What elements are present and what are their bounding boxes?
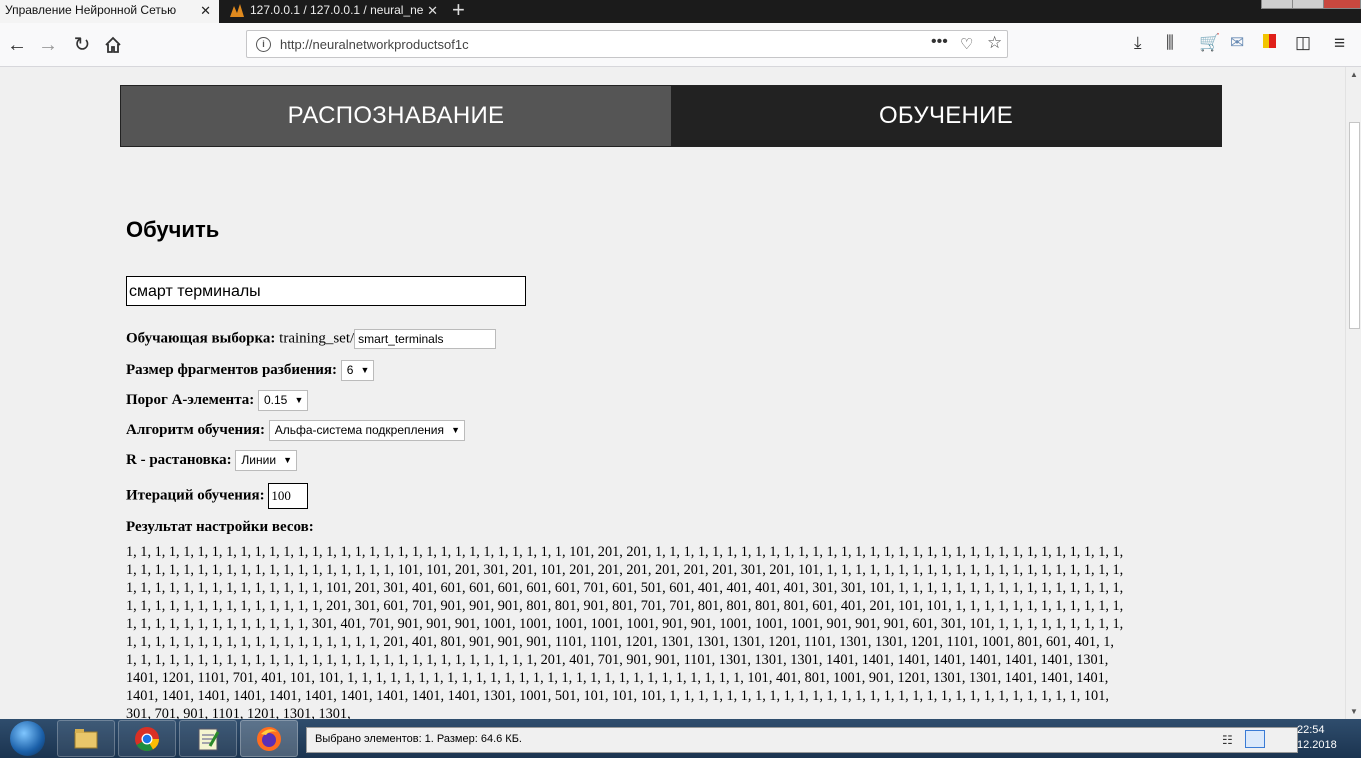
sidebar-icon[interactable]: ◫	[1295, 33, 1311, 53]
training-set-prefix: training_set/	[279, 330, 355, 347]
threshold-row: Порог А-элемента: 0.15 ▼	[126, 390, 309, 411]
bookmark-star-icon[interactable]: ☆	[987, 33, 1002, 53]
maximize-button[interactable]	[1292, 0, 1324, 9]
pocket-icon[interactable]: ♡	[960, 35, 973, 53]
iterations-input[interactable]: 100	[268, 483, 309, 509]
taskbar-notepad[interactable]	[179, 720, 237, 757]
tab-title: Управление Нейронной Сетью	[5, 3, 177, 17]
page-actions-icon[interactable]: •••	[931, 33, 948, 51]
navigation-bar: ← → ↻ i http://neuralnetworkproductsof1c…	[0, 23, 1361, 67]
tab-title: 127.0.0.1 / 127.0.0.1 / neural_ne	[250, 3, 424, 17]
class-name-input[interactable]: смарт терминалы	[126, 276, 526, 306]
threshold-label: Порог А-элемента:	[126, 391, 255, 408]
result-label: Результат настройки весов:	[126, 519, 314, 535]
extension-flag-icon[interactable]	[1262, 33, 1278, 54]
training-set-input[interactable]: smart_terminals	[354, 329, 497, 349]
firefox-icon	[257, 727, 281, 751]
start-button[interactable]	[2, 719, 54, 758]
home-button[interactable]	[100, 32, 126, 58]
fragment-size-row: Размер фрагментов разбиения: 6 ▼	[126, 360, 375, 381]
menu-training[interactable]: ОБУЧЕНИЕ	[671, 86, 1221, 146]
tab-bar: Управление Нейронной Сетью ✕ 127.0.0.1 /…	[0, 0, 1361, 23]
training-set-row: Обучающая выборка: training_set/smart_te…	[126, 329, 497, 349]
algorithm-row: Алгоритм обучения: Альфа-система подкреп…	[126, 420, 466, 441]
notepad-icon	[198, 728, 220, 751]
r-placement-row: R - растановка: Линии ▼	[126, 450, 298, 471]
mail-icon[interactable]: ✉	[1230, 33, 1244, 53]
minimize-button[interactable]	[1261, 0, 1293, 9]
dropdown-arrow-icon: ▼	[360, 365, 370, 375]
back-button[interactable]: ←	[4, 32, 30, 58]
r-placement-label: R - растановка:	[126, 451, 232, 468]
scroll-down-arrow-icon[interactable]: ▼	[1350, 707, 1358, 716]
menu-hamburger-icon[interactable]: ≡	[1334, 33, 1345, 55]
url-text[interactable]: http://neuralnetworkproductsof1c	[280, 37, 469, 52]
clock-date: 12.2018	[1297, 739, 1337, 751]
main-menu: РАСПОЗНАВАНИЕ ОБУЧЕНИЕ	[120, 85, 1222, 147]
taskbar-firefox[interactable]	[240, 720, 298, 757]
home-icon	[105, 36, 121, 53]
scroll-up-arrow-icon[interactable]: ▲	[1350, 70, 1358, 79]
threshold-value: 0.15	[264, 393, 288, 407]
tab-neural-network-control[interactable]: Управление Нейронной Сетью ✕	[0, 0, 219, 23]
windows-logo-icon	[10, 721, 45, 756]
status-bar: Выбрано элементов: 1. Размер: 64.6 КБ. ☷	[306, 727, 1298, 753]
reload-icon: ↻	[73, 34, 91, 56]
tab-phpmyadmin[interactable]: 127.0.0.1 / 127.0.0.1 / neural_ne ✕	[222, 0, 446, 23]
r-placement-value: Линии	[241, 453, 277, 467]
preview-view-icon[interactable]	[1245, 730, 1265, 748]
taskbar-explorer[interactable]	[57, 720, 115, 757]
fragment-size-value: 6	[346, 363, 354, 377]
fragment-size-label: Размер фрагментов разбиения:	[126, 361, 338, 378]
forward-arrow-icon: →	[38, 34, 58, 56]
iterations-label: Итераций обучения:	[126, 487, 265, 504]
phpmyadmin-icon	[230, 4, 244, 17]
details-view-icon[interactable]: ☷	[1222, 733, 1233, 747]
status-text: Выбрано элементов: 1. Размер: 64.6 КБ.	[315, 733, 522, 745]
page-scrollbar[interactable]: ▲ ▼	[1345, 67, 1361, 719]
algorithm-select[interactable]: Альфа-система подкрепления ▼	[268, 420, 466, 441]
r-placement-select[interactable]: Линии ▼	[235, 450, 298, 471]
forward-button[interactable]: →	[35, 32, 61, 58]
address-bar[interactable]: i http://neuralnetworkproductsof1c ••• ♡…	[246, 30, 1008, 58]
system-clock[interactable]: 22:54 12.2018	[1297, 723, 1337, 753]
taskbar: Выбрано элементов: 1. Размер: 64.6 КБ. ☷…	[0, 719, 1361, 758]
dropdown-arrow-icon: ▼	[451, 425, 461, 435]
page-title: Обучить	[126, 217, 220, 242]
reload-button[interactable]: ↻	[69, 32, 95, 58]
training-set-label: Обучающая выборка:	[126, 330, 276, 347]
algorithm-value: Альфа-система подкрепления	[274, 423, 445, 437]
menu-recognition[interactable]: РАСПОЗНАВАНИЕ	[121, 86, 671, 146]
cart-icon[interactable]: 🛒	[1199, 33, 1220, 53]
threshold-select[interactable]: 0.15 ▼	[258, 390, 309, 411]
close-tab-icon[interactable]: ✕	[200, 1, 211, 21]
algorithm-label: Алгоритм обучения:	[126, 421, 265, 438]
close-window-button[interactable]	[1323, 0, 1361, 9]
chrome-icon	[135, 727, 159, 752]
scrollbar-thumb[interactable]	[1349, 122, 1360, 329]
taskbar-chrome[interactable]	[118, 720, 176, 757]
fragment-size-select[interactable]: 6 ▼	[340, 360, 375, 381]
page-content: РАСПОЗНАВАНИЕ ОБУЧЕНИЕ Обучить смарт тер…	[0, 67, 1345, 719]
new-tab-button[interactable]: +	[452, 0, 465, 23]
dropdown-arrow-icon: ▼	[294, 395, 304, 405]
clock-time: 22:54	[1297, 724, 1325, 736]
back-arrow-icon: ←	[7, 34, 27, 56]
site-info-icon[interactable]: i	[256, 37, 271, 52]
iterations-row: Итераций обучения: 100	[126, 483, 309, 509]
dropdown-arrow-icon: ▼	[283, 455, 293, 465]
downloads-icon[interactable]: ⤓	[1134, 33, 1142, 53]
library-icon[interactable]: ⫼	[1166, 33, 1174, 53]
weights-result-text: 1, 1, 1, 1, 1, 1, 1, 1, 1, 1, 1, 1, 1, 1…	[126, 544, 1124, 719]
folder-icon	[74, 729, 98, 749]
close-tab-icon[interactable]: ✕	[427, 1, 438, 21]
